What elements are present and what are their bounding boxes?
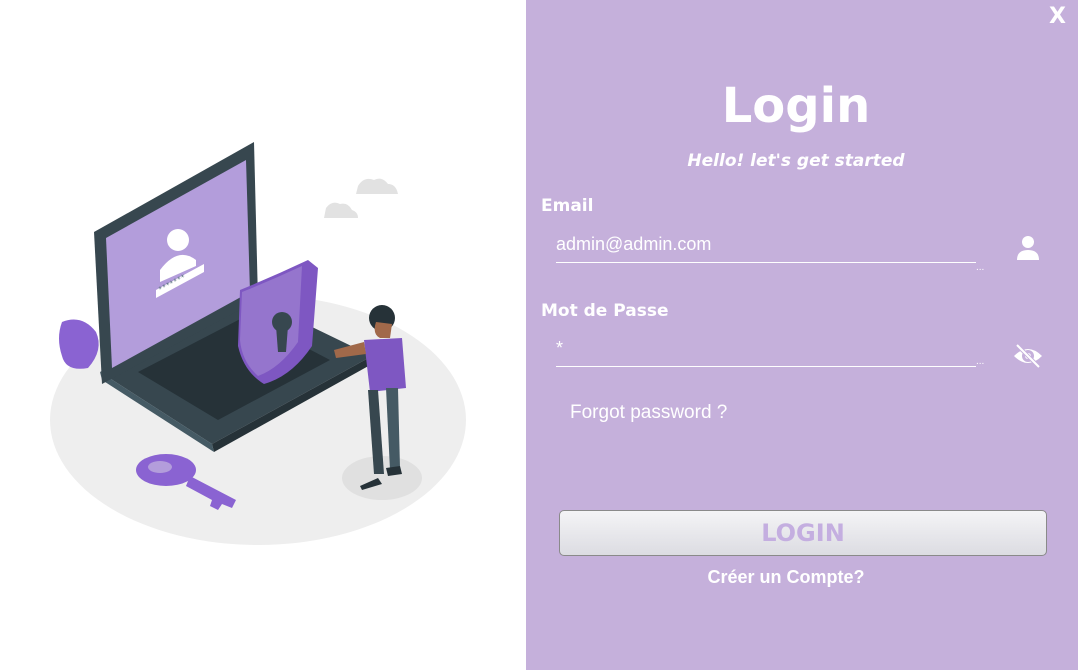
page-title: Login — [721, 78, 871, 134]
page-subtitle: Hello! let's get started — [687, 151, 905, 171]
illustration-pane: ******* — [0, 0, 526, 670]
login-button[interactable]: LOGIN — [559, 510, 1047, 556]
password-overflow-marker: ... — [976, 356, 985, 367]
leaf-icon — [59, 319, 99, 369]
close-button[interactable]: X — [1049, 4, 1066, 29]
eye-slash-icon[interactable] — [1012, 340, 1044, 372]
password-label: Mot de Passe — [541, 301, 669, 321]
password-field[interactable] — [556, 330, 976, 367]
screen-avatar-icon — [167, 229, 189, 251]
user-icon — [1012, 232, 1044, 264]
laptop-security-illustration: ******* — [50, 142, 466, 545]
create-account-link[interactable]: Créer un Compte? — [526, 567, 1046, 588]
email-overflow-marker: ... — [976, 262, 985, 273]
email-label: Email — [541, 196, 594, 216]
forgot-password-link[interactable]: Forgot password ? — [570, 402, 727, 424]
cloud-icon — [324, 178, 398, 218]
email-field[interactable] — [556, 226, 976, 263]
login-panel: X Login Hello! let's get started Email .… — [526, 0, 1078, 670]
